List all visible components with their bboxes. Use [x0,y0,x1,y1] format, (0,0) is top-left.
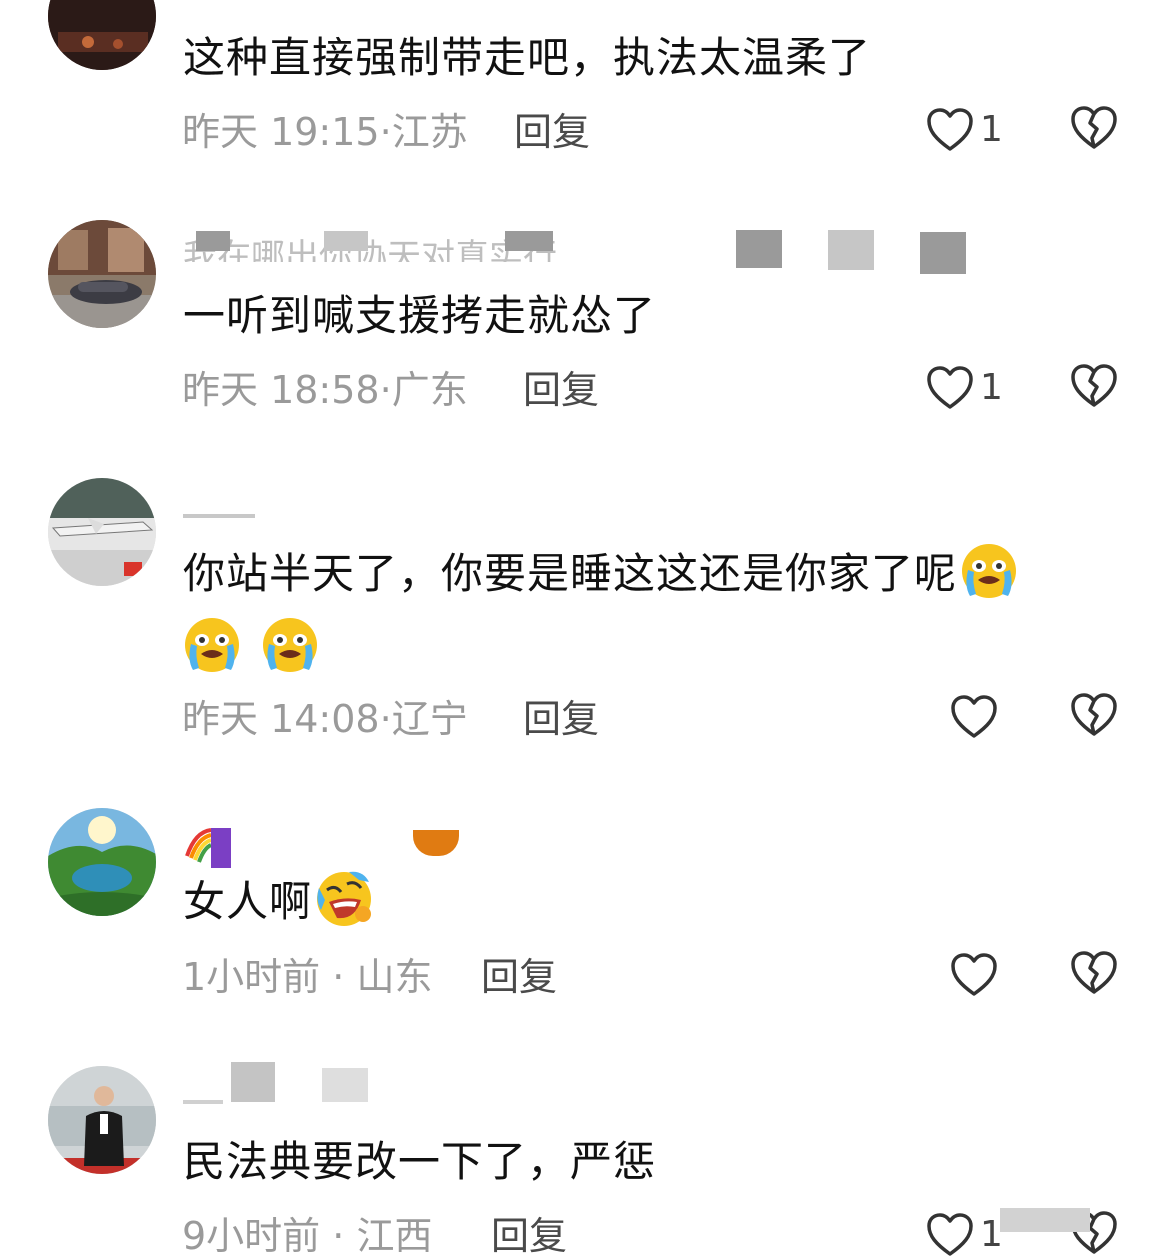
avatar[interactable] [48,808,156,916]
like-button[interactable] [950,950,998,1000]
reply-button[interactable]: 回复 [491,1214,567,1258]
like-count: 1 [980,109,1003,150]
like-button[interactable] [950,692,998,742]
reply-button[interactable]: 回复 [523,697,599,741]
redaction-block [505,231,553,251]
reply-button[interactable]: 回复 [514,110,590,154]
rolling-laughing-face-emoji [317,871,372,926]
like-button[interactable]: 1 [926,105,1003,155]
broken-heart-icon [1071,951,1117,994]
comment-meta: 昨天 18:58·广东 [182,368,468,412]
redaction-block [1000,1208,1090,1232]
comment-location: 江西 [356,1214,433,1258]
broken-heart-icon [1071,364,1117,407]
redaction-block [231,1062,275,1102]
broken-heart-icon [1071,693,1117,736]
username[interactable] [183,828,483,868]
comment-time: 1小时前 [182,955,321,999]
comment-meta: 9小时前 · 江西 [182,1214,433,1258]
heart-outline-icon [951,695,997,738]
heart-outline-icon [927,1213,973,1256]
comment-text-content: 你站半天了，你要是睡这这还是你家了呢 [183,549,958,598]
like-count: 1 [980,367,1003,408]
comment-text: 女人啊 [183,866,376,938]
heart-outline-icon [927,108,973,151]
loudly-crying-face-emoji [185,618,239,672]
redaction-block [920,232,966,274]
comment-time: 昨天 19:15 [182,110,380,154]
loudly-crying-face-emoji [263,618,318,672]
rainbow-icon [183,828,231,868]
avatar[interactable] [48,0,156,70]
heart-outline-icon [951,953,997,996]
comment-meta: 昨天 14:08·辽宁 [182,697,468,741]
comment-text: 一听到喊支援拷走就怂了 [183,291,657,340]
comment-time: 昨天 18:58 [182,368,380,412]
heart-outline-icon [927,366,973,409]
comment-location: 江苏 [391,110,468,154]
avatar[interactable] [48,478,156,586]
reply-button[interactable]: 回复 [523,368,599,412]
comment-location: 山东 [356,955,433,999]
redaction-block [322,1068,368,1102]
username-text: 我在哪出你协天对真实行 [183,237,557,262]
redaction-block [736,230,782,268]
redaction-block [828,230,874,270]
redaction-block [324,231,368,251]
dislike-button[interactable] [1070,363,1120,413]
comment-meta: 1小时前 · 山东 [182,955,433,999]
comment-time: 昨天 14:08 [182,697,380,741]
reply-button[interactable]: 回复 [481,955,557,999]
dislike-button[interactable] [1070,692,1120,742]
avatar[interactable] [48,1066,156,1174]
username[interactable] [183,1060,403,1106]
comment-text-content: 女人啊 [183,877,313,926]
avatar[interactable] [48,220,156,328]
like-button[interactable]: 1 [926,1210,1003,1260]
comment-text: 民法典要改一下了，严惩 [183,1137,657,1186]
redaction-block [413,830,459,856]
comment-text: 这种直接强制带走吧，执法太温柔了 [183,33,872,82]
dislike-button[interactable] [1070,105,1120,155]
comment-location: 广东 [391,368,468,412]
loudly-crying-face-emoji [962,544,1017,598]
comment-text: 你站半天了，你要是睡这这还是你家了呢 [183,538,1021,610]
emoji-row [183,612,322,684]
comment-meta: 昨天 19:15·江苏 [182,110,468,154]
like-button[interactable]: 1 [926,363,1003,413]
broken-heart-icon [1071,106,1117,149]
redaction-block [196,231,230,251]
dislike-button[interactable] [1070,950,1120,1000]
comment-time: 9小时前 [182,1214,321,1258]
comment-location: 辽宁 [391,697,468,741]
